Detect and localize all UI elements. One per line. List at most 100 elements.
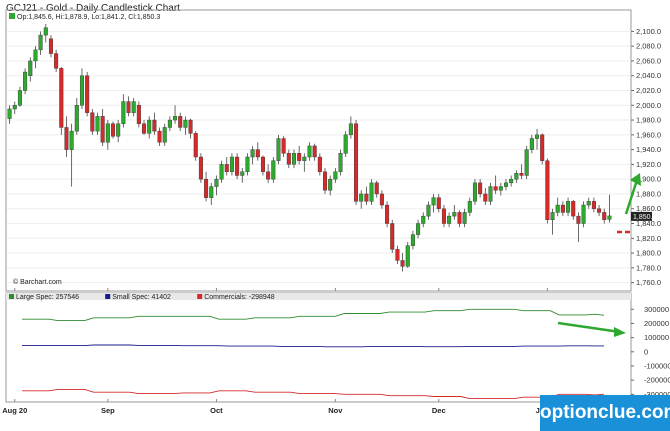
candle — [555, 204, 560, 213]
candle — [312, 145, 317, 158]
price-tick-label: 2,080.0 — [636, 42, 661, 51]
candle — [503, 182, 509, 187]
candle — [452, 212, 457, 217]
candle — [410, 234, 415, 246]
candle — [121, 101, 126, 124]
candle — [447, 215, 452, 224]
candle — [85, 75, 90, 113]
candle — [566, 201, 571, 213]
price-tick-label: 1,860.0 — [636, 204, 661, 213]
svg-text:1,850.3: 1,850.3 — [633, 214, 656, 221]
candle — [545, 160, 550, 221]
price-tick-label: 2,000.0 — [636, 101, 661, 110]
candle — [183, 119, 188, 128]
candle — [307, 145, 312, 158]
candle — [581, 204, 586, 224]
candle — [286, 153, 291, 165]
candle — [514, 173, 519, 180]
candle — [173, 116, 178, 121]
cot-legend-bar — [6, 293, 631, 300]
candle — [426, 204, 431, 217]
price-tick-label: 2,020.0 — [636, 86, 661, 95]
cot-axis: 3000002000001000000-100000-200000-300000 — [631, 305, 670, 399]
candle — [348, 123, 353, 136]
candle — [369, 182, 374, 202]
candle — [17, 90, 22, 106]
candle — [147, 119, 152, 134]
chart-title: GCJ21 - Gold - Daily Candlestick Chart — [6, 3, 180, 14]
date-tick-label: Aug 20 — [2, 406, 27, 415]
legend-entry: Commercials: -298948 — [204, 294, 275, 301]
candle — [374, 182, 379, 195]
candle — [162, 127, 167, 143]
legend-swatch — [9, 294, 14, 299]
cot-series — [22, 308, 605, 400]
candle — [535, 134, 540, 139]
candle — [64, 127, 69, 150]
candle — [519, 173, 524, 176]
candle — [23, 71, 28, 91]
candle — [255, 149, 260, 158]
candle — [110, 123, 116, 137]
price-tick-label: 1,940.0 — [636, 145, 661, 154]
candle — [493, 186, 498, 191]
candle — [436, 197, 441, 209]
candle — [214, 178, 219, 187]
candle — [245, 156, 250, 172]
price-tick-label: 2,060.0 — [636, 56, 661, 65]
candle — [359, 193, 364, 202]
candle — [209, 186, 214, 198]
candle — [266, 171, 271, 180]
candle — [338, 153, 343, 172]
date-axis: Aug 20SepOctNovDecJan 21 — [2, 406, 559, 415]
price-tick-label: 1,980.0 — [636, 116, 661, 125]
date-tick-label: Nov — [328, 406, 343, 415]
ohlc-legend-swatch — [9, 13, 15, 19]
candle — [488, 186, 493, 202]
chart-canvas: GCJ21 - Gold - Daily Candlestick Chart O… — [2, 3, 670, 415]
source-credit: © Barchart.com — [13, 278, 62, 286]
candle — [12, 105, 17, 110]
cot-tick-label: 0 — [644, 347, 648, 356]
price-tick-label: 2,100.0 — [636, 27, 661, 36]
candle — [467, 201, 472, 213]
candle — [69, 130, 74, 150]
candle — [260, 156, 265, 172]
price-tick-label: 1,780.0 — [636, 263, 661, 272]
candle — [602, 212, 607, 221]
candle — [576, 215, 581, 224]
candle — [586, 201, 591, 206]
candle — [462, 212, 467, 224]
candle — [607, 215, 612, 220]
price-panel-frame — [5, 9, 632, 292]
cot-tick-label: -200000 — [644, 376, 670, 385]
candle — [116, 123, 121, 137]
cot-tick-label: 300000 — [644, 305, 669, 314]
price-tick-label: 2,040.0 — [636, 71, 661, 80]
price-tick-label: 1,800.0 — [636, 249, 661, 258]
candle — [317, 156, 322, 172]
candle — [79, 75, 84, 106]
legend-swatch — [197, 294, 203, 299]
candle — [276, 138, 281, 161]
cot-arrow-icon — [614, 327, 626, 337]
date-tick-label: Dec — [432, 406, 446, 415]
candle — [343, 134, 348, 154]
candle — [43, 27, 48, 36]
candle — [224, 164, 229, 172]
candle — [431, 197, 436, 206]
candle — [136, 105, 141, 124]
candle — [90, 112, 95, 132]
candle — [188, 119, 193, 134]
candle — [560, 204, 565, 213]
candle — [178, 116, 183, 128]
candle — [33, 49, 38, 62]
cot-tick-label: 200000 — [644, 319, 669, 328]
candle — [457, 212, 462, 224]
candle — [524, 149, 529, 176]
candle — [54, 53, 59, 69]
candle — [229, 156, 234, 172]
date-tick-label: Oct — [210, 406, 223, 415]
candle — [597, 208, 602, 213]
cot-line-small-spec — [22, 344, 604, 348]
